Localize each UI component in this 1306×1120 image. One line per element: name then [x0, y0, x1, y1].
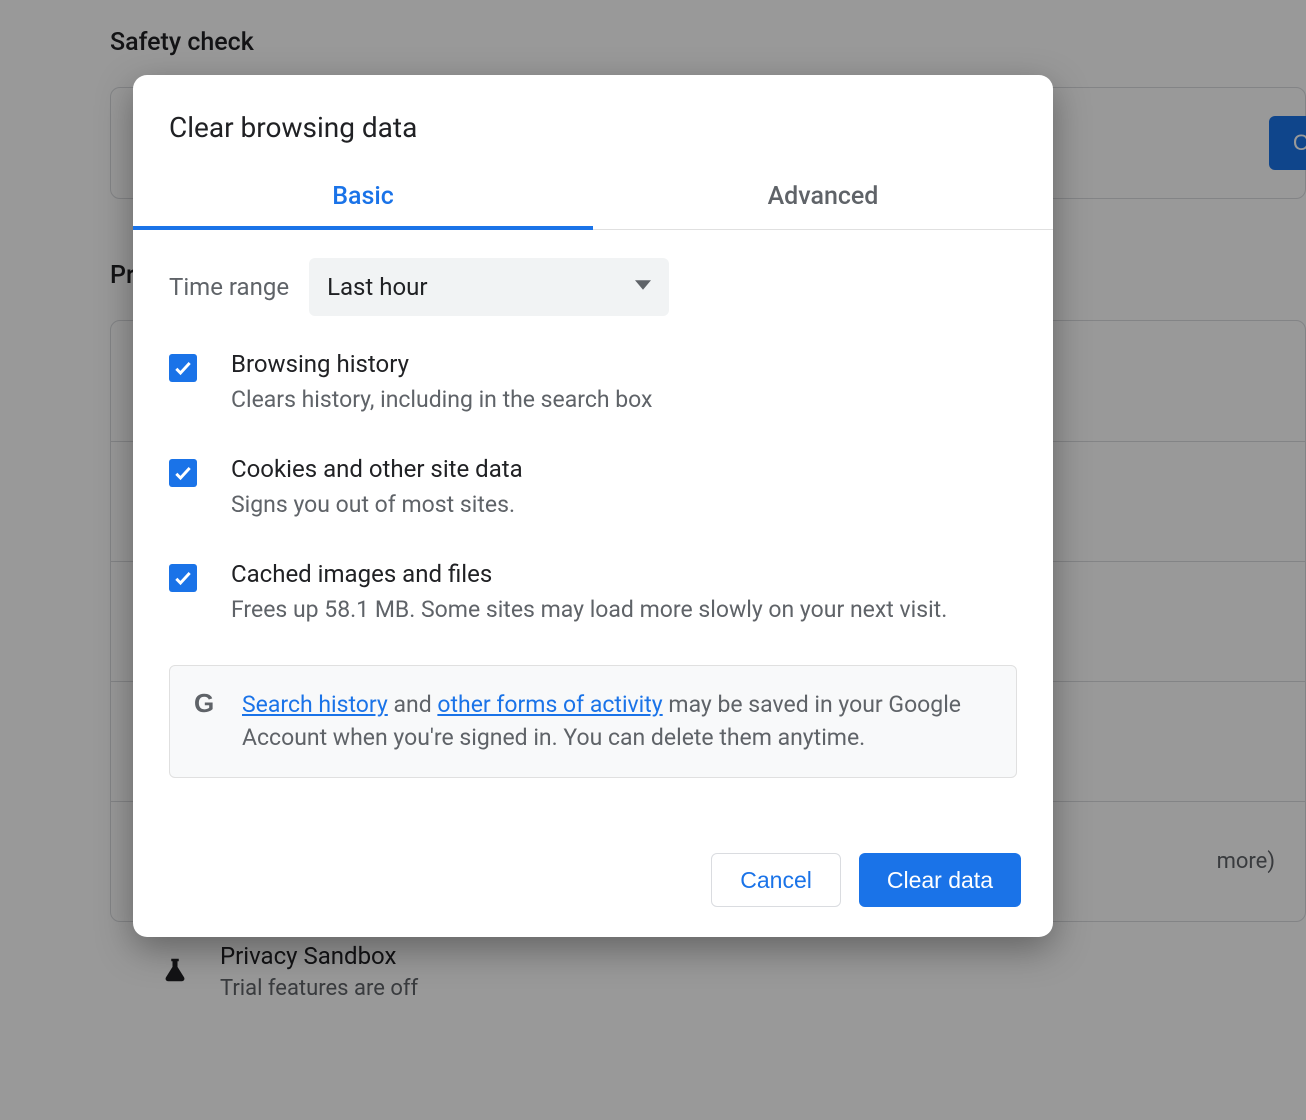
dialog-title: Clear browsing data — [133, 75, 1053, 172]
tab-advanced[interactable]: Advanced — [593, 172, 1053, 229]
search-history-link[interactable]: Search history — [242, 691, 388, 718]
option-title: Cookies and other site data — [231, 455, 523, 483]
caret-down-icon — [635, 277, 651, 297]
option-sub: Clears history, including in the search … — [231, 384, 652, 415]
time-range-label: Time range — [169, 273, 289, 301]
cancel-button[interactable]: Cancel — [711, 853, 841, 907]
dialog-tabs: Basic Advanced — [133, 172, 1053, 230]
dialog-footer: Cancel Clear data — [133, 827, 1053, 937]
clear-browsing-data-dialog: Clear browsing data Basic Advanced Time … — [133, 75, 1053, 937]
checkbox-cookies[interactable] — [169, 459, 197, 487]
option-cached: Cached images and files Frees up 58.1 MB… — [169, 560, 1017, 625]
checkbox-browsing-history[interactable] — [169, 354, 197, 382]
google-account-info: G Search history and other forms of acti… — [169, 665, 1017, 778]
option-title: Browsing history — [231, 350, 652, 378]
tab-basic[interactable]: Basic — [133, 172, 593, 229]
other-activity-link[interactable]: other forms of activity — [437, 691, 662, 718]
option-sub: Frees up 58.1 MB. Some sites may load mo… — [231, 594, 947, 625]
dialog-body: Time range Last hour Browsing history Cl… — [133, 230, 1053, 827]
info-text: Search history and other forms of activi… — [242, 688, 992, 755]
checkbox-cached[interactable] — [169, 564, 197, 592]
time-range-value: Last hour — [327, 273, 427, 301]
option-title: Cached images and files — [231, 560, 947, 588]
clear-data-button[interactable]: Clear data — [859, 853, 1021, 907]
google-g-icon: G — [194, 688, 222, 716]
option-browsing-history: Browsing history Clears history, includi… — [169, 350, 1017, 415]
option-cookies: Cookies and other site data Signs you ou… — [169, 455, 1017, 520]
time-range-select[interactable]: Last hour — [309, 258, 669, 316]
option-sub: Signs you out of most sites. — [231, 489, 523, 520]
